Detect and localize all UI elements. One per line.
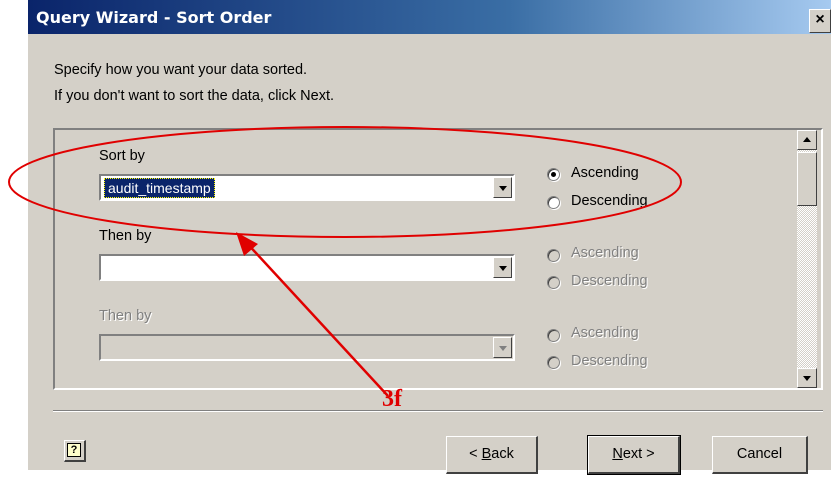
- back-button[interactable]: < Back: [446, 436, 538, 474]
- scroll-thumb[interactable]: [797, 152, 817, 206]
- next-button[interactable]: Next >: [587, 435, 681, 475]
- scroll-down-arrow-icon[interactable]: [797, 368, 817, 388]
- query-wizard-dialog: Query Wizard - Sort Order × Specify how …: [28, 0, 831, 475]
- then-by-1-label: Then by: [99, 228, 152, 244]
- close-icon: ×: [815, 11, 825, 28]
- next-hotkey: N: [612, 446, 623, 462]
- then-by-1-descending-label[interactable]: Descending: [571, 273, 648, 289]
- close-button[interactable]: ×: [809, 9, 831, 33]
- dropdown-arrow-icon[interactable]: [493, 337, 512, 358]
- then-by-2-descending-label[interactable]: Descending: [571, 353, 648, 369]
- then-by-2-label: Then by: [99, 308, 152, 324]
- then-by-2-descending-radio[interactable]: [547, 356, 560, 369]
- back-prefix: <: [469, 446, 482, 462]
- scroll-up-arrow-icon[interactable]: [797, 130, 817, 150]
- sort-by-descending-radio[interactable]: [547, 196, 560, 209]
- sort-by-descending-label[interactable]: Descending: [571, 193, 648, 209]
- then-by-2-combo[interactable]: [99, 334, 515, 361]
- vertical-scrollbar[interactable]: [797, 130, 817, 388]
- next-rest: ext >: [622, 446, 655, 462]
- then-by-2-ascending-radio[interactable]: [547, 329, 560, 342]
- then-by-1-descending-radio[interactable]: [547, 276, 560, 289]
- back-hotkey: B: [481, 446, 492, 462]
- then-by-1-ascending-label[interactable]: Ascending: [571, 245, 639, 261]
- footer-separator: [53, 410, 823, 412]
- dropdown-arrow-icon[interactable]: [493, 177, 512, 198]
- sort-by-label: Sort by: [99, 148, 145, 164]
- sort-by-ascending-label[interactable]: Ascending: [571, 165, 639, 181]
- cancel-button[interactable]: Cancel: [712, 436, 808, 474]
- help-icon: ?: [67, 443, 81, 457]
- title-bar[interactable]: Query Wizard - Sort Order ×: [28, 0, 831, 34]
- then-by-1-combo[interactable]: [99, 254, 515, 281]
- instruction-line-2: If you don't want to sort the data, clic…: [54, 88, 335, 104]
- sort-panel: Sort by audit_timestamp Ascending Descen…: [53, 128, 823, 390]
- then-by-2-ascending-label[interactable]: Ascending: [571, 325, 639, 341]
- dropdown-arrow-icon[interactable]: [493, 257, 512, 278]
- annotation-label: 3f: [382, 386, 402, 412]
- help-button[interactable]: ?: [64, 440, 86, 462]
- sort-by-value: audit_timestamp: [104, 178, 215, 198]
- sort-by-combo[interactable]: audit_timestamp: [99, 174, 515, 201]
- radio-selected-dot: [551, 172, 556, 177]
- then-by-1-ascending-radio[interactable]: [547, 249, 560, 262]
- instruction-line-1: Specify how you want your data sorted.: [54, 62, 308, 78]
- sort-by-ascending-radio[interactable]: [547, 168, 560, 181]
- back-rest: ack: [491, 446, 514, 462]
- window-title: Query Wizard - Sort Order: [36, 8, 272, 27]
